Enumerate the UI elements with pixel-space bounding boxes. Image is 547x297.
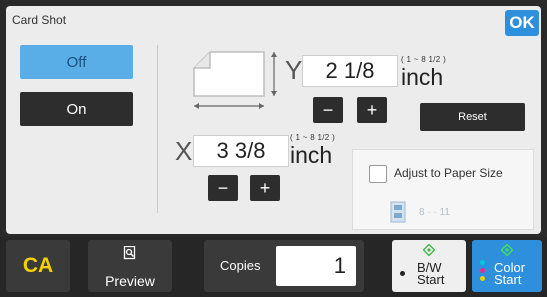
off-button[interactable]: Off xyxy=(20,45,133,79)
page-title: Card Shot xyxy=(12,13,67,27)
adjust-to-paper-label[interactable]: Adjust to Paper Size xyxy=(394,166,503,180)
x-decrease-button[interactable]: − xyxy=(208,175,238,201)
y-value-field[interactable]: 2 1/8 xyxy=(302,55,398,87)
preview-icon xyxy=(123,246,136,260)
clear-all-button[interactable]: CA xyxy=(6,240,70,292)
bw-start-button[interactable]: B/W Start xyxy=(392,240,466,292)
copies-label: Copies xyxy=(220,258,261,273)
y-decrease-button[interactable]: − xyxy=(313,97,343,123)
x-increase-button[interactable]: + xyxy=(250,175,280,201)
card-size-diagram-icon xyxy=(193,51,277,109)
x-range-hint: ( 1 ~ 8 1/2 ) xyxy=(290,133,336,142)
preview-button[interactable]: Preview xyxy=(88,240,172,292)
color-start-button[interactable]: Color Start xyxy=(472,240,542,292)
bw-indicator-icon xyxy=(400,271,406,279)
y-axis-label: Y xyxy=(285,55,303,85)
copies-input[interactable]: 1 xyxy=(276,246,356,286)
color-indicator-icon xyxy=(480,260,486,284)
y-unit-label: inch xyxy=(401,64,444,90)
preview-label: Preview xyxy=(105,273,155,289)
start-icon xyxy=(423,244,435,256)
adjust-to-paper-checkbox[interactable] xyxy=(369,165,387,183)
bw-start-label-2: Start xyxy=(417,272,445,287)
y-range-hint: ( 1 ~ 8 1/2 ) xyxy=(401,55,447,64)
paper-size-label: 8 · · 11 xyxy=(419,207,450,218)
paper-size-icon xyxy=(390,201,406,223)
x-unit-label: inch xyxy=(290,142,333,168)
divider xyxy=(157,45,158,213)
x-axis-label: X xyxy=(175,136,193,166)
reset-button[interactable]: Reset xyxy=(420,103,525,131)
ok-button[interactable]: OK xyxy=(505,10,539,36)
start-icon xyxy=(501,244,513,256)
on-button[interactable]: On xyxy=(20,92,133,126)
copies-area: Copies 1 xyxy=(204,240,364,292)
adjust-to-paper-panel: Adjust to Paper Size 8 · · 11 xyxy=(352,149,534,230)
color-start-label-2: Start xyxy=(494,272,522,287)
y-increase-button[interactable]: + xyxy=(357,97,387,123)
x-value-field[interactable]: 3 3/8 xyxy=(193,135,289,167)
